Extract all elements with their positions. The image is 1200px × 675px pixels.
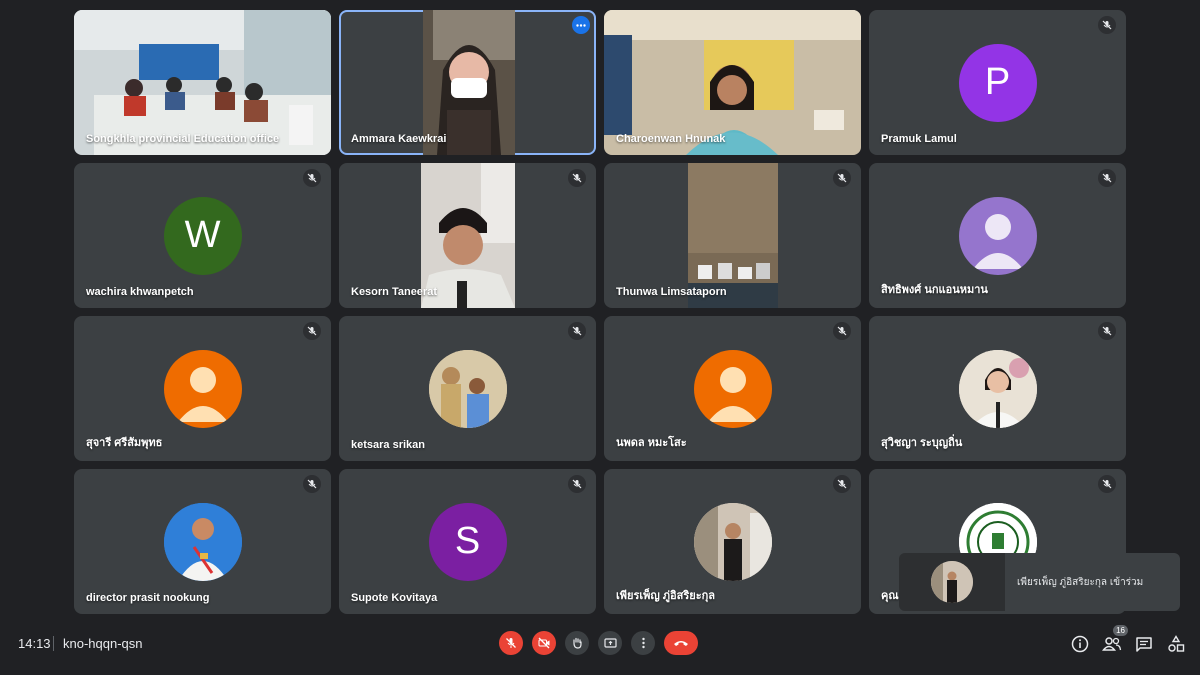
more-options-icon[interactable] — [572, 16, 590, 34]
participant-name: เพียรเพ็ญ ภู่อิสริยะกุล — [616, 590, 716, 602]
participant-tile[interactable]: director prasit nookung — [74, 469, 331, 614]
meeting-code: kno-hqqn-qsn — [63, 636, 143, 651]
mic-off-icon — [303, 169, 321, 187]
avatar: S — [428, 502, 507, 581]
mic-off-icon — [833, 322, 851, 340]
avatar — [693, 349, 772, 428]
participant-tile[interactable]: W wachira khwanpetch — [74, 163, 331, 308]
avatar: P — [958, 43, 1037, 122]
participant-tile[interactable]: P Pramuk Lamul — [869, 10, 1126, 155]
mic-off-icon — [568, 475, 586, 493]
participant-name: นพดล หมะโสะ — [616, 437, 687, 449]
participant-name: Thunwa Limsataporn — [616, 286, 727, 298]
bottom-toolbar: 14:13 kno-hqqn-qsn 16 — [0, 625, 1200, 665]
participant-tile[interactable]: เพียรเพ็ญ ภู่อิสริยะกุล — [604, 469, 861, 614]
join-notification-text: เพียรเพ็ญ ภู่อิสริยะกุล เข้าร่วม — [1017, 577, 1144, 588]
participant-grid: Songkhla provincial Education office Amm… — [74, 10, 1127, 614]
mic-off-icon[interactable] — [499, 631, 523, 655]
present-screen-icon[interactable] — [598, 631, 622, 655]
avatar: W — [163, 196, 242, 275]
end-call-icon[interactable] — [664, 631, 698, 655]
participant-name: สุวิชญา ระบุญถิ่น — [881, 437, 963, 449]
participant-name: สุจารี ศรีสัมพุทธ — [86, 437, 163, 449]
camera-off-icon[interactable] — [532, 631, 556, 655]
mic-off-icon — [833, 169, 851, 187]
participant-tile[interactable]: S Supote Kovitaya — [339, 469, 596, 614]
mic-off-icon — [833, 475, 851, 493]
participant-name: Kesorn Taneerat — [351, 286, 437, 298]
participant-tile[interactable]: สุวิชญา ระบุญถิ่น — [869, 316, 1126, 461]
participant-tile[interactable]: ketsara srikan — [339, 316, 596, 461]
participant-name: Pramuk Lamul — [881, 133, 957, 145]
avatar — [931, 561, 973, 603]
participant-name: สิทธิพงศ์ นกแอนหมาน — [881, 284, 988, 296]
join-notification-thumbnail — [899, 553, 1005, 611]
avatar — [428, 349, 507, 428]
mic-off-icon — [1098, 475, 1116, 493]
activities-icon[interactable] — [1166, 634, 1186, 654]
divider — [53, 636, 54, 651]
avatar — [958, 196, 1037, 275]
participant-name: Songkhla provincial Education office — [86, 133, 280, 145]
mic-off-icon — [568, 322, 586, 340]
raise-hand-icon[interactable] — [565, 631, 589, 655]
people-icon[interactable]: 16 — [1102, 625, 1128, 654]
mic-off-icon — [303, 322, 321, 340]
participant-tile[interactable]: Thunwa Limsataporn — [604, 163, 861, 308]
participant-name: ketsara srikan — [351, 439, 425, 451]
participant-name: Supote Kovitaya — [351, 592, 438, 604]
participant-count-badge: 16 — [1113, 625, 1128, 636]
mic-off-icon — [1098, 322, 1116, 340]
participant-name: Charoenwan Hnunak — [616, 133, 726, 145]
participant-tile[interactable]: Kesorn Taneerat — [339, 163, 596, 308]
participant-name: Ammara Kaewkrai — [351, 133, 447, 145]
participant-tile[interactable]: นพดล หมะโสะ — [604, 316, 861, 461]
participant-name: director prasit nookung — [86, 592, 210, 604]
avatar — [693, 502, 772, 581]
participant-tile[interactable]: สุจารี ศรีสัมพุทธ — [74, 316, 331, 461]
call-controls — [499, 631, 698, 655]
avatar — [163, 349, 242, 428]
mic-off-icon — [1098, 16, 1116, 34]
participant-tile[interactable]: สิทธิพงศ์ นกแอนหมาน — [869, 163, 1126, 308]
chat-icon[interactable] — [1134, 634, 1154, 654]
participant-tile[interactable]: Songkhla provincial Education office — [74, 10, 331, 155]
avatar — [163, 502, 242, 581]
mic-off-icon — [303, 475, 321, 493]
participant-tile[interactable]: Charoenwan Hnunak — [604, 10, 861, 155]
join-notification: เพียรเพ็ญ ภู่อิสริยะกุล เข้าร่วม — [899, 553, 1180, 611]
participant-name: wachira khwanpetch — [86, 286, 194, 298]
more-options-icon[interactable] — [631, 631, 655, 655]
mic-off-icon — [1098, 169, 1116, 187]
participant-tile-active[interactable]: Ammara Kaewkrai — [339, 10, 596, 155]
side-panel-controls: 16 — [1070, 625, 1186, 654]
meeting-time: 14:13 — [18, 636, 51, 651]
participant-name: คุณ — [881, 590, 899, 602]
mic-off-icon — [568, 169, 586, 187]
avatar — [958, 349, 1037, 428]
info-icon[interactable] — [1070, 634, 1090, 654]
